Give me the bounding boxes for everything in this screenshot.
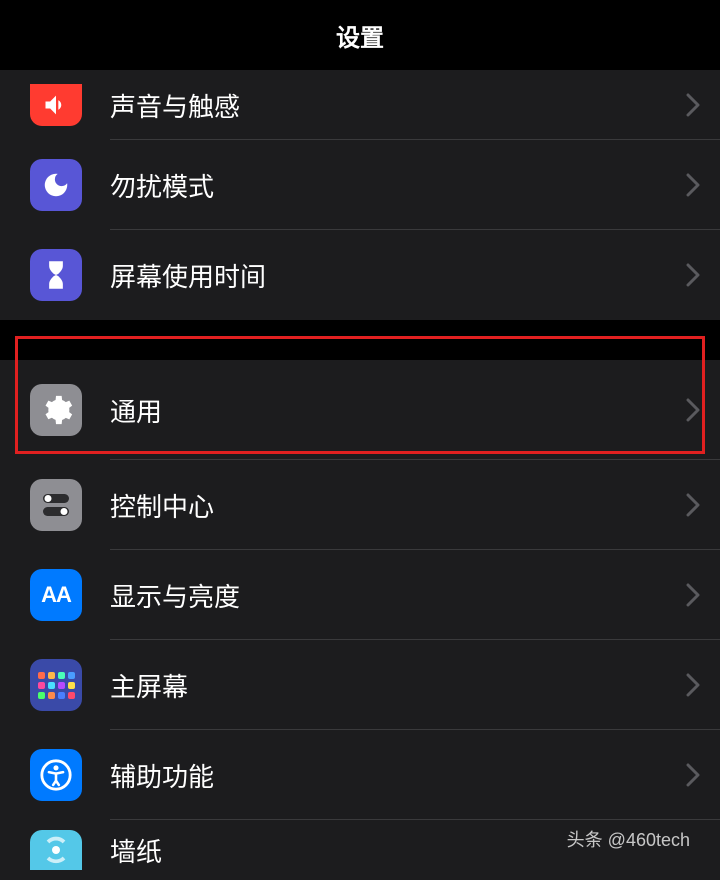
watermark: 头条 @460tech [567, 826, 690, 852]
settings-group-1: 声音与触感 勿扰模式 屏幕使用时间 [0, 70, 720, 320]
row-home-screen[interactable]: 主屏幕 [0, 640, 720, 730]
hourglass-icon [30, 249, 82, 301]
wallpaper-icon [30, 830, 82, 870]
sounds-icon [30, 84, 82, 126]
row-sounds[interactable]: 声音与触感 [0, 70, 720, 140]
row-label: 控制中心 [110, 487, 686, 524]
toggles-icon [30, 479, 82, 531]
row-label: 声音与触感 [110, 87, 686, 124]
row-label: 显示与亮度 [110, 577, 686, 614]
chevron-right-icon [686, 583, 700, 607]
chevron-right-icon [686, 93, 700, 117]
row-general[interactable]: 通用 [0, 360, 720, 460]
row-display-brightness[interactable]: AA 显示与亮度 [0, 550, 720, 640]
chevron-right-icon [686, 398, 700, 422]
row-do-not-disturb[interactable]: 勿扰模式 [0, 140, 720, 230]
row-screen-time[interactable]: 屏幕使用时间 [0, 230, 720, 320]
settings-group-2: 通用 控制中心 AA 显示与亮度 [0, 360, 720, 880]
chevron-right-icon [686, 763, 700, 787]
row-accessibility[interactable]: 辅助功能 [0, 730, 720, 820]
row-label: 勿扰模式 [110, 167, 686, 204]
row-control-center[interactable]: 控制中心 [0, 460, 720, 550]
chevron-right-icon [686, 173, 700, 197]
chevron-right-icon [686, 493, 700, 517]
page-title: 设置 [336, 18, 384, 53]
row-label: 通用 [110, 392, 686, 429]
header: 设置 [0, 0, 720, 70]
chevron-right-icon [686, 263, 700, 287]
chevron-right-icon [686, 673, 700, 697]
row-label: 屏幕使用时间 [110, 257, 686, 294]
text-size-icon: AA [30, 569, 82, 621]
row-label: 主屏幕 [110, 667, 686, 704]
row-label: 辅助功能 [110, 757, 686, 794]
accessibility-icon [30, 749, 82, 801]
moon-icon [30, 159, 82, 211]
home-grid-icon [30, 659, 82, 711]
gear-icon [30, 384, 82, 436]
